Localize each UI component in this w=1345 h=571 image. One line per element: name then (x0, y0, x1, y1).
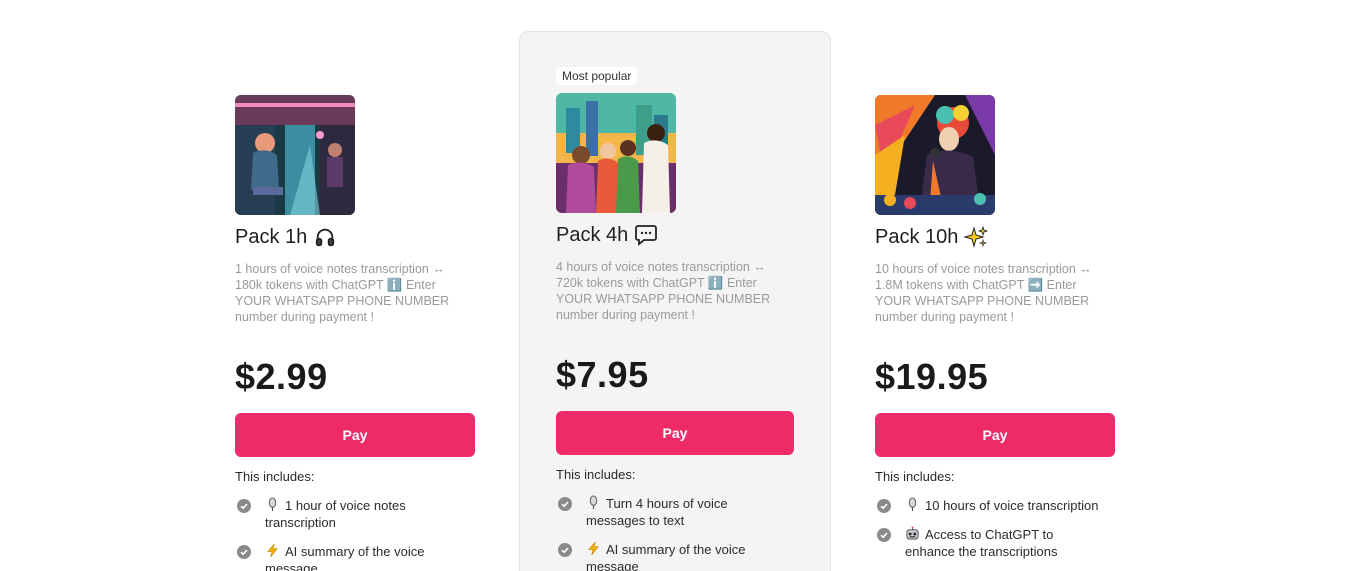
pay-button[interactable]: Pay (235, 413, 475, 457)
pay-button[interactable]: Pay (556, 411, 794, 455)
feature-item: AI summary of the voice message (235, 543, 475, 571)
pack-1h-image (235, 95, 355, 215)
microphone-icon (589, 495, 598, 510)
plan-description: 10 hours of voice notes transcription ↔ … (875, 262, 1092, 324)
feature-text: 10 hours of voice transcription (925, 498, 1099, 513)
plan-title: Pack 4h (556, 223, 796, 247)
plan-title-text: Pack 4h (556, 224, 629, 246)
pricing-card-pack-1h: Pack 1h 1 hours of voice notes transcrip… (219, 31, 531, 571)
plan-price: $2.99 (235, 356, 328, 397)
feature-text: AI summary of the voice message (586, 542, 746, 571)
robot-icon (906, 526, 919, 540)
includes-label: This includes: (235, 469, 315, 484)
check-circle-icon (558, 497, 572, 511)
plan-title: Pack 10h (875, 225, 1115, 249)
feature-item: 1 hour of voice notes transcription (235, 497, 475, 531)
most-popular-badge: Most popular (556, 67, 638, 85)
includes-label: This includes: (875, 469, 955, 484)
feature-text: AI summary of the voice message (265, 544, 425, 571)
plan-title-text: Pack 1h (235, 226, 308, 248)
includes-label: This includes: (556, 467, 636, 482)
feature-item: Access to ChatGPT to enhance the transcr… (875, 526, 1115, 560)
check-circle-icon (877, 499, 891, 513)
feature-text: Turn 4 hours of voice messages to text (586, 496, 728, 528)
feature-text: Access to ChatGPT to enhance the transcr… (905, 527, 1058, 559)
pack-10h-image (875, 95, 995, 215)
lightning-icon (267, 543, 278, 558)
check-circle-icon (237, 499, 251, 513)
feature-item: Turn 4 hours of voice messages to text (556, 495, 796, 529)
pay-button[interactable]: Pay (875, 413, 1115, 457)
feature-item: AI summary of the voice message (556, 541, 796, 571)
plan-description: 4 hours of voice notes transcription ↔ 7… (556, 260, 771, 322)
feature-text: 1 hour of voice notes transcription (265, 498, 406, 530)
headphones-icon (313, 225, 337, 249)
feature-list: 1 hour of voice notes transcription AI s… (235, 497, 475, 571)
pricing-card-pack-10h: Pack 10h 10 hours of voice notes transcr… (859, 31, 1171, 571)
plan-title: Pack 1h (235, 225, 475, 249)
check-circle-icon (558, 543, 572, 557)
check-circle-icon (237, 545, 251, 559)
lightning-icon (588, 541, 599, 556)
check-circle-icon (877, 528, 891, 542)
microphone-icon (268, 497, 277, 512)
pack-4h-image (556, 93, 676, 213)
speech-bubble-icon (634, 223, 658, 247)
sparkles-icon (964, 225, 989, 249)
plan-title-text: Pack 10h (875, 226, 959, 248)
feature-list: 10 hours of voice transcription Access t… (875, 497, 1115, 560)
plan-description: 1 hours of voice notes transcription ↔ 1… (235, 262, 450, 324)
pricing-card-pack-4h: Most popular Pack 4h 4 hours of voice no… (519, 31, 831, 571)
feature-list: Turn 4 hours of voice messages to text A… (556, 495, 796, 571)
plan-price: $19.95 (875, 356, 989, 397)
microphone-icon (908, 497, 917, 512)
feature-item: 10 hours of voice transcription (875, 497, 1115, 514)
plan-price: $7.95 (556, 354, 649, 395)
